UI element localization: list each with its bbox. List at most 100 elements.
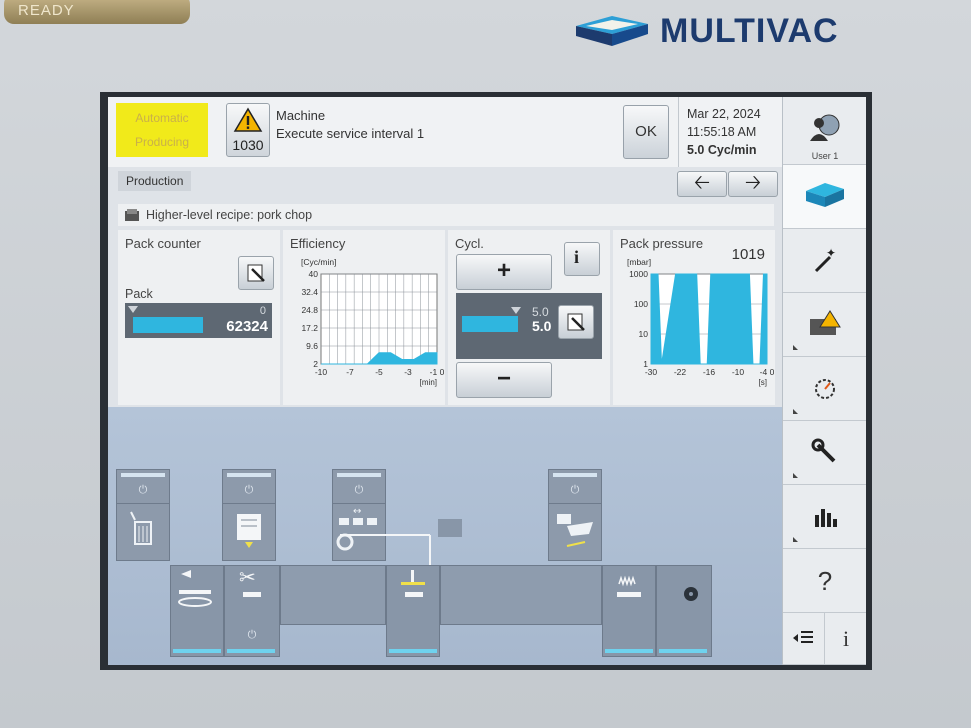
y-tick-label: 17.2 xyxy=(301,323,318,333)
status-state: Producing xyxy=(134,135,190,149)
list-icon xyxy=(792,631,813,643)
nav-diagnostics[interactable] xyxy=(783,357,866,421)
brand-name: MULTIVAC xyxy=(660,12,839,50)
bar-chart-icon xyxy=(815,509,837,527)
x-tick-label: -3 xyxy=(404,367,412,377)
cycle-panel: Cycl. + i 5.0 5.0 − xyxy=(448,230,610,405)
ok-button[interactable]: OK xyxy=(623,105,669,159)
pack-counter-panel: Pack counter Pack 0 62324 xyxy=(118,230,280,405)
cycle-increase-button[interactable]: + xyxy=(456,254,552,290)
x-tick-label: -22 xyxy=(674,367,687,377)
cycle-actual: 5.0 xyxy=(532,318,552,334)
submenu-marker-icon xyxy=(793,409,798,414)
submenu-marker-icon xyxy=(793,537,798,542)
pack-pressure-chart: 1000100101-30 -22 -16 -10 -4 0[s] xyxy=(629,269,775,387)
pack-progress-bar xyxy=(133,317,203,333)
efficiency-panel: Efficiency [Cyc/min] 40 32.4 24.8 17.2 9.6 2-… xyxy=(283,230,445,405)
x-tick-label: -5 xyxy=(375,367,383,377)
pack-pressure-value: 1019 xyxy=(731,246,765,263)
cycle-decrease-button[interactable]: − xyxy=(456,362,552,398)
clock-panel: Mar 22, 2024 11:55:18 AM 5.0 Cyc/min xyxy=(678,97,782,167)
rate-text: 5.0 Cyc/min xyxy=(687,143,757,157)
wrench-icon xyxy=(811,438,836,463)
cycle-title: Cycl. xyxy=(455,236,484,251)
arrow-right-icon: 🡢 xyxy=(744,172,762,194)
status-strip xyxy=(389,649,437,653)
recipe-label: Higher-level recipe: pork chop xyxy=(146,208,313,222)
nav-alarms[interactable] xyxy=(783,293,866,357)
base-module-cutting[interactable]: ✂ ⏻ xyxy=(224,565,280,657)
x-tick-label: -30 xyxy=(645,367,658,377)
pack-counter-title: Pack counter xyxy=(125,236,201,251)
cycle-info-button[interactable]: i xyxy=(564,242,600,276)
y-tick-label: 24.8 xyxy=(301,305,318,315)
y-tick-label: 10 xyxy=(639,329,649,339)
pack-pressure-panel: Pack pressure 1019 [mbar] 1000 100 10 1 -30-… xyxy=(613,230,775,405)
message-warning-button[interactable]: 1030 xyxy=(226,103,270,157)
warning-icon xyxy=(233,107,263,132)
help-button[interactable]: ? xyxy=(783,549,866,613)
forward-arrow-button[interactable]: 🡢 xyxy=(728,171,778,197)
cycle-setpoint: 5.0 xyxy=(532,305,549,319)
base-module-heating[interactable] xyxy=(602,565,656,657)
status-strip xyxy=(227,649,275,653)
cycle-bar xyxy=(462,316,518,332)
pack-label: Pack xyxy=(125,287,153,301)
user-button[interactable]: User 1 xyxy=(783,97,866,165)
nav-statistics[interactable] xyxy=(783,485,866,549)
cycle-edit-button[interactable] xyxy=(558,305,594,339)
magic-wand-icon: ✦ xyxy=(814,246,836,273)
y-tick-label: 100 xyxy=(634,299,648,309)
base-module-infeed[interactable] xyxy=(170,565,224,657)
nav-machine-overview[interactable] xyxy=(783,165,866,229)
edit-icon xyxy=(247,264,265,282)
multivac-logo-icon xyxy=(576,16,648,46)
pack-count: 62324 xyxy=(226,318,268,335)
pack-counter-display: 0 62324 xyxy=(125,303,272,338)
message-list-button[interactable] xyxy=(783,613,825,665)
user-label: User 1 xyxy=(811,151,839,161)
setpoint-marker-icon xyxy=(511,307,521,314)
base-module-conveyor xyxy=(440,565,602,625)
power-icon: ⏻ xyxy=(247,629,257,641)
sealing-icon xyxy=(401,570,425,597)
base-module-sealing[interactable] xyxy=(386,565,440,657)
x-axis-unit: [min] xyxy=(420,378,437,387)
machine-status: Automatic Producing xyxy=(116,103,208,157)
x-tick-label: -16 xyxy=(703,367,716,377)
back-arrow-button[interactable]: 🡠 xyxy=(677,171,727,197)
y-tick-label: 9.6 xyxy=(306,341,318,351)
x-tick-label: -10 xyxy=(315,367,328,377)
pack-counter-edit-button[interactable] xyxy=(238,256,274,290)
y-tick-label: 40 xyxy=(309,269,319,279)
ready-indicator: READY xyxy=(4,0,190,24)
nav-service[interactable] xyxy=(783,421,866,485)
hmi-screen: Automatic Producing 1030 Machine Execute… xyxy=(108,97,866,665)
target-marker-icon xyxy=(128,306,138,313)
edit-icon xyxy=(567,313,585,331)
brand-logo: MULTIVAC xyxy=(572,10,882,50)
x-axis-unit: [s] xyxy=(759,378,767,387)
tab-production[interactable]: Production xyxy=(118,171,192,191)
efficiency-chart: 4032.424.817.29.62-10 -7 -5 -3 -1 0[min] xyxy=(301,269,445,387)
status-strip xyxy=(605,649,653,653)
pack-target: 0 xyxy=(259,305,266,317)
status-mode: Automatic xyxy=(135,111,189,125)
gauge-icon xyxy=(815,379,835,399)
x-tick-label: -1 0 xyxy=(430,367,445,377)
header-bar: Automatic Producing 1030 Machine Execute… xyxy=(108,97,782,168)
status-strip xyxy=(173,649,221,653)
pack-pressure-title: Pack pressure xyxy=(620,236,704,251)
alarm-folder-icon xyxy=(810,310,841,335)
submenu-marker-icon xyxy=(793,345,798,350)
heating-icon xyxy=(617,575,641,597)
info-button[interactable]: i xyxy=(825,613,866,665)
time-text: 11:55:18 AM xyxy=(687,125,757,139)
efficiency-title: Efficiency xyxy=(290,236,346,251)
nav-wizard[interactable]: ✦ xyxy=(783,229,866,293)
recipe-bar: Higher-level recipe: pork chop xyxy=(118,204,774,226)
base-module-film-reel[interactable] xyxy=(656,565,712,657)
y-tick-label: 1000 xyxy=(629,269,648,279)
base-module-forming xyxy=(280,565,386,625)
machine-overview-icon xyxy=(806,183,844,207)
